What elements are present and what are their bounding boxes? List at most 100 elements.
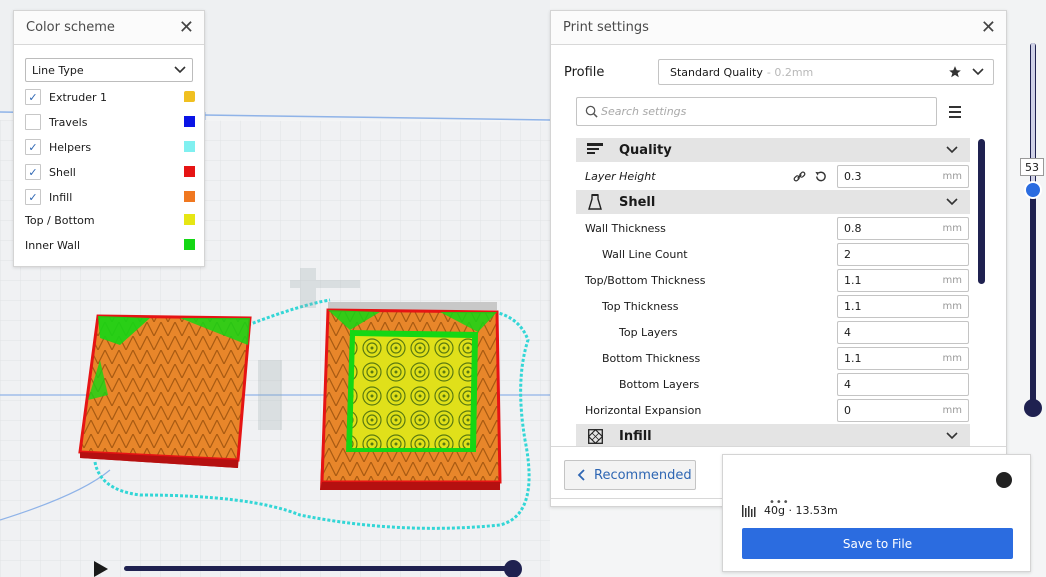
layer-slider-bottom-handle[interactable] [1024,399,1042,417]
setting-wall-thickness: Wall Thickness 0.8 mm [576,216,970,240]
setting-top-layers: Top Layers 4 [576,320,970,344]
legend-label: Helpers [49,140,92,154]
setting-label: Wall Line Count [602,247,688,261]
legend-item-extruder-1[interactable]: ✓ Extruder 1 [25,88,195,106]
category-label: Quality [619,142,672,158]
close-icon[interactable]: ✕ [981,18,996,37]
color-scheme-header: Color scheme ✕ [14,11,204,45]
layer-height-input[interactable]: 0.3 mm [837,165,969,188]
legend-label: Inner Wall [25,238,80,252]
setting-unit: mm [942,275,962,286]
legend-item-shell[interactable]: ✓ Shell [25,163,195,181]
path-slider-track[interactable] [124,566,514,571]
color-scheme-panel: Color scheme ✕ Line Type ✓ Extruder 1 Tr… [13,10,205,267]
category-quality[interactable]: Quality [576,138,970,162]
setting-label: Horizontal Expansion [585,403,702,417]
print-estimate: 40g · 13.53m [742,504,838,517]
color-swatch [184,141,195,152]
horizontal-expansion-input[interactable]: 0 mm [837,399,969,422]
legend-item-top-bottom: Top / Bottom [25,211,195,229]
setting-value: 1.1 [844,300,862,313]
color-swatch [184,116,195,127]
setting-label: Bottom Thickness [602,351,701,365]
search-icon [585,105,598,118]
print-settings-panel: Print settings ✕ Profile Standard Qualit… [550,10,1007,507]
chevron-down-icon [174,66,186,74]
output-info-dot[interactable] [996,472,1012,488]
profile-label: Profile [564,65,605,80]
legend-item-inner-wall: Inner Wall [25,236,195,254]
settings-scrollbar[interactable] [978,139,985,284]
checkbox[interactable]: ✓ [25,189,41,205]
setting-value: 1.1 [844,274,862,287]
filament-icon [742,504,756,517]
link-icon[interactable] [793,170,806,183]
setting-value: 0.8 [844,222,862,235]
save-label: Save to File [842,536,913,551]
chevron-left-icon [577,469,585,481]
model-right [320,302,502,490]
chevron-down-icon [946,432,958,440]
setting-unit: mm [942,223,962,234]
current-layer-label[interactable]: 53 [1020,158,1044,176]
color-swatch [184,239,195,250]
top-bottom-thickness-input[interactable]: 1.1 mm [837,269,969,292]
divider [551,446,1006,447]
color-scheme-dropdown[interactable]: Line Type [25,58,193,82]
layer-slider-top-handle[interactable] [1024,181,1042,199]
checkbox[interactable] [25,114,41,130]
setting-top-thickness: Top Thickness 1.1 mm [576,294,970,318]
setting-unit: mm [942,353,962,364]
category-infill[interactable]: Infill [576,424,970,446]
setting-value: 4 [844,326,851,339]
bottom-layers-input[interactable]: 4 [837,373,969,396]
legend-item-infill[interactable]: ✓ Infill [25,188,195,206]
checkbox[interactable]: ✓ [25,89,41,105]
infill-icon [586,428,604,444]
wall-line-count-input[interactable]: 2 [837,243,969,266]
setting-label: Layer Height [585,169,656,183]
color-scheme-title: Color scheme [26,20,115,35]
checkbox[interactable]: ✓ [25,164,41,180]
setting-top-bottom-thickness: Top/Bottom Thickness 1.1 mm [576,268,970,292]
setting-value: 1.1 [844,352,862,365]
setting-unit: mm [942,405,962,416]
estimate-text: 40g · 13.53m [764,504,838,517]
output-panel: ••• 40g · 13.53m Save to File [722,454,1031,572]
bottom-thickness-input[interactable]: 1.1 mm [837,347,969,370]
reset-icon[interactable] [814,170,827,183]
search-placeholder: Search settings [601,105,687,118]
legend-item-travels[interactable]: Travels [25,113,195,131]
profile-dropdown[interactable]: Standard Quality - 0.2mm [658,59,994,85]
legend-label: Travels [49,115,88,129]
color-swatch [184,166,195,177]
star-icon[interactable] [948,65,962,79]
save-to-file-button[interactable]: Save to File [742,528,1013,559]
checkbox[interactable]: ✓ [25,139,41,155]
setting-label: Bottom Layers [619,377,700,391]
setting-unit: mm [942,171,962,182]
top-layers-input[interactable]: 4 [837,321,969,344]
legend-item-helpers[interactable]: ✓ Helpers [25,138,195,156]
setting-bottom-layers: Bottom Layers 4 [576,372,970,396]
settings-menu-icon[interactable] [949,106,961,121]
play-icon[interactable] [94,561,108,577]
setting-value: 0 [844,404,851,417]
wall-thickness-input[interactable]: 0.8 mm [837,217,969,240]
setting-horizontal-expansion: Horizontal Expansion 0 mm [576,398,970,422]
shell-icon [586,194,604,210]
category-shell[interactable]: Shell [576,190,970,214]
search-settings-input[interactable]: Search settings [576,97,937,126]
top-thickness-input[interactable]: 1.1 mm [837,295,969,318]
chevron-down-icon [946,198,958,206]
recommended-button[interactable]: Recommended [564,460,696,490]
quality-icon [586,142,604,158]
setting-value: 2 [844,248,851,261]
chevron-down-icon [946,146,958,154]
close-icon[interactable]: ✕ [179,18,194,37]
path-slider-handle[interactable] [504,560,522,577]
print-settings-header: Print settings ✕ [551,11,1006,45]
print-settings-title: Print settings [563,20,649,35]
settings-list[interactable]: Quality Layer Height 0.3 mm Shell Wall T… [576,138,970,446]
category-label: Infill [619,428,652,444]
